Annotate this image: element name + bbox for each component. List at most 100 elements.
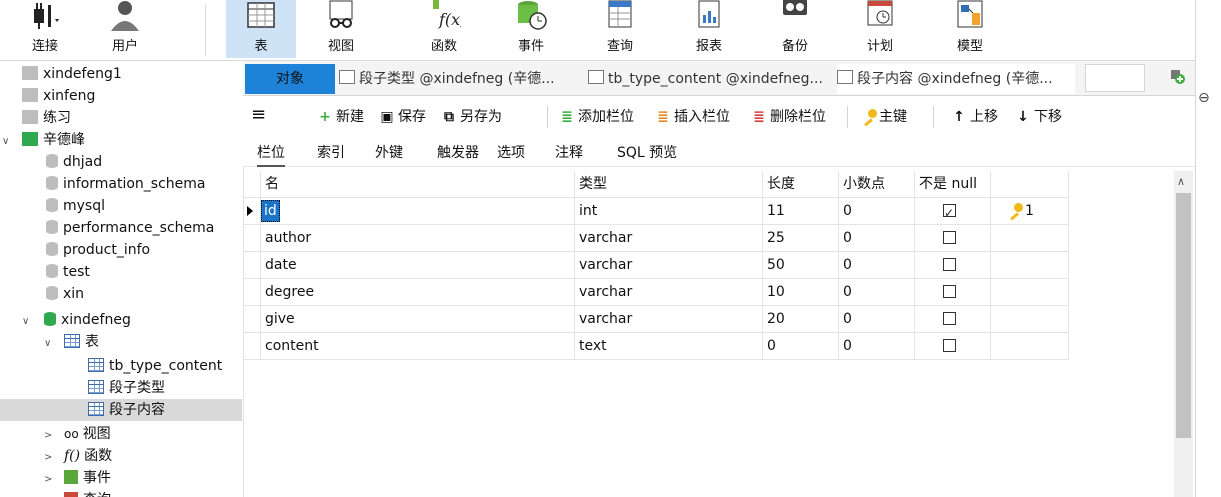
cell-type[interactable]: varchar: [575, 252, 763, 279]
cell-type[interactable]: varchar: [575, 306, 763, 333]
tree-item-functions[interactable]: > f() 函数: [44, 445, 112, 467]
not-null-checkbox[interactable]: [943, 285, 956, 298]
row-gutter[interactable]: [243, 252, 261, 279]
cell-type[interactable]: varchar: [575, 279, 763, 306]
cell-not-null[interactable]: [915, 198, 991, 225]
column-header-length[interactable]: 长度: [763, 171, 839, 198]
tab-triggers[interactable]: 触发器: [437, 141, 479, 165]
cell-type[interactable]: int: [575, 198, 763, 225]
column-header-name[interactable]: 名: [261, 171, 575, 198]
tab-objects[interactable]: 对象: [245, 64, 335, 94]
column-header-decimals[interactable]: 小数点: [839, 171, 915, 198]
chevron-right-icon[interactable]: >: [44, 469, 56, 491]
column-header-key[interactable]: [991, 171, 1069, 198]
column-header-not-null[interactable]: 不是 null: [915, 171, 991, 198]
collapse-panel-icon[interactable]: ⊖: [1198, 90, 1210, 106]
query-button[interactable]: 查询: [585, 0, 655, 58]
user-button[interactable]: 用户: [90, 0, 160, 58]
not-null-checkbox[interactable]: [943, 258, 956, 271]
scrollbar-thumb[interactable]: [1176, 193, 1191, 438]
cell-key[interactable]: [991, 252, 1069, 279]
save-as-button[interactable]: ⧉ 另存为: [441, 106, 502, 128]
cell-name[interactable]: give: [261, 306, 575, 333]
schedule-button[interactable]: 计划: [845, 0, 915, 58]
cell-length[interactable]: 50: [763, 252, 839, 279]
cell-not-null[interactable]: [915, 279, 991, 306]
cell-key[interactable]: [991, 279, 1069, 306]
add-field-button[interactable]: ≣ 添加栏位: [559, 106, 634, 128]
cell-name[interactable]: author: [261, 225, 575, 252]
cell-decimals[interactable]: 0: [839, 333, 915, 360]
chevron-right-icon[interactable]: >: [44, 425, 56, 447]
column-header-type[interactable]: 类型: [575, 171, 763, 198]
chevron-right-icon[interactable]: >: [44, 491, 56, 497]
chevron-down-icon[interactable]: ∨: [22, 311, 34, 333]
not-null-checkbox[interactable]: [943, 200, 956, 224]
tree-item-database[interactable]: performance_schema: [46, 217, 214, 239]
tree-item-database[interactable]: xin: [46, 283, 84, 305]
tree-item-database[interactable]: mysql: [46, 195, 105, 217]
cell-type[interactable]: text: [575, 333, 763, 360]
tree-item-tables-folder[interactable]: ∨ 表: [44, 331, 99, 353]
delete-field-button[interactable]: ≣ 删除栏位: [751, 106, 826, 128]
cell-decimals[interactable]: 0: [839, 198, 915, 225]
cell-not-null[interactable]: [915, 252, 991, 279]
tab-comments[interactable]: 注释: [555, 141, 583, 165]
cell-name[interactable]: date: [261, 252, 575, 279]
tab-options[interactable]: 选项: [497, 141, 525, 165]
not-null-checkbox[interactable]: [943, 231, 956, 244]
insert-field-button[interactable]: ≣ 插入栏位: [655, 106, 730, 128]
table-row[interactable]: author varchar 25 0: [243, 225, 1069, 252]
table-row[interactable]: give varchar 20 0: [243, 306, 1069, 333]
tree-item-connection[interactable]: xinfeng: [22, 85, 95, 107]
table-button[interactable]: 表: [226, 0, 296, 58]
model-button[interactable]: 模型: [935, 0, 1005, 58]
move-down-button[interactable]: ↓ 下移: [1015, 106, 1062, 128]
tree-item-connection[interactable]: xindefeng1: [22, 63, 122, 85]
cell-not-null[interactable]: [915, 333, 991, 360]
tree-item-database[interactable]: test: [46, 261, 90, 283]
menu-icon[interactable]: ≡: [251, 104, 266, 126]
cell-key[interactable]: 1: [991, 198, 1069, 225]
move-up-button[interactable]: ↑ 上移: [951, 106, 998, 128]
table-row[interactable]: date varchar 50 0: [243, 252, 1069, 279]
tree-item-database[interactable]: dhjad: [46, 151, 102, 173]
cell-length[interactable]: 10: [763, 279, 839, 306]
cell-decimals[interactable]: 0: [839, 225, 915, 252]
view-button[interactable]: 视图: [306, 0, 376, 58]
not-null-checkbox[interactable]: [943, 312, 956, 325]
cell-name[interactable]: degree: [261, 279, 575, 306]
table-row[interactable]: id int 11 0 1: [243, 198, 1069, 225]
tree-item-database[interactable]: information_schema: [46, 173, 206, 195]
tab-fields[interactable]: 栏位: [257, 141, 285, 167]
tree-item-table[interactable]: tb_type_content: [88, 355, 222, 377]
connect-button[interactable]: 连接: [10, 0, 80, 58]
tree-item-table[interactable]: 段子类型: [88, 377, 165, 399]
cell-decimals[interactable]: 0: [839, 306, 915, 333]
tab-table-designer[interactable]: 段子类型 @xindefneg (辛德...: [339, 64, 579, 94]
cell-key[interactable]: [991, 333, 1069, 360]
cell-decimals[interactable]: 0: [839, 252, 915, 279]
tree-item-database[interactable]: product_info: [46, 239, 150, 261]
cell-name[interactable]: id: [261, 198, 575, 225]
cell-decimals[interactable]: 0: [839, 279, 915, 306]
table-row[interactable]: content text 0 0: [243, 333, 1069, 360]
primary-key-button[interactable]: 主键: [863, 106, 907, 128]
cell-length[interactable]: 0: [763, 333, 839, 360]
row-gutter[interactable]: [243, 279, 261, 306]
tab-sql-preview[interactable]: SQL 预览: [617, 141, 677, 165]
row-gutter[interactable]: [243, 306, 261, 333]
tab-indexes[interactable]: 索引: [317, 141, 345, 165]
tree-item-database-open[interactable]: ∨ xindefneg: [22, 309, 131, 331]
cell-not-null[interactable]: [915, 225, 991, 252]
tab-table-designer[interactable]: tb_type_content @xindefneg...: [588, 64, 832, 94]
table-row[interactable]: degree varchar 10 0: [243, 279, 1069, 306]
row-gutter[interactable]: [243, 198, 261, 225]
tree-item-queries[interactable]: >查询: [44, 489, 111, 497]
function-button[interactable]: f(x) 函数: [409, 0, 479, 58]
chevron-down-icon[interactable]: ∨: [44, 333, 56, 355]
row-gutter[interactable]: [243, 333, 261, 360]
tab-table-designer-active[interactable]: 段子内容 @xindefneg (辛德...: [837, 64, 1075, 94]
tab-foreign-keys[interactable]: 外键: [375, 141, 403, 165]
vertical-scrollbar[interactable]: ∧: [1174, 171, 1193, 497]
